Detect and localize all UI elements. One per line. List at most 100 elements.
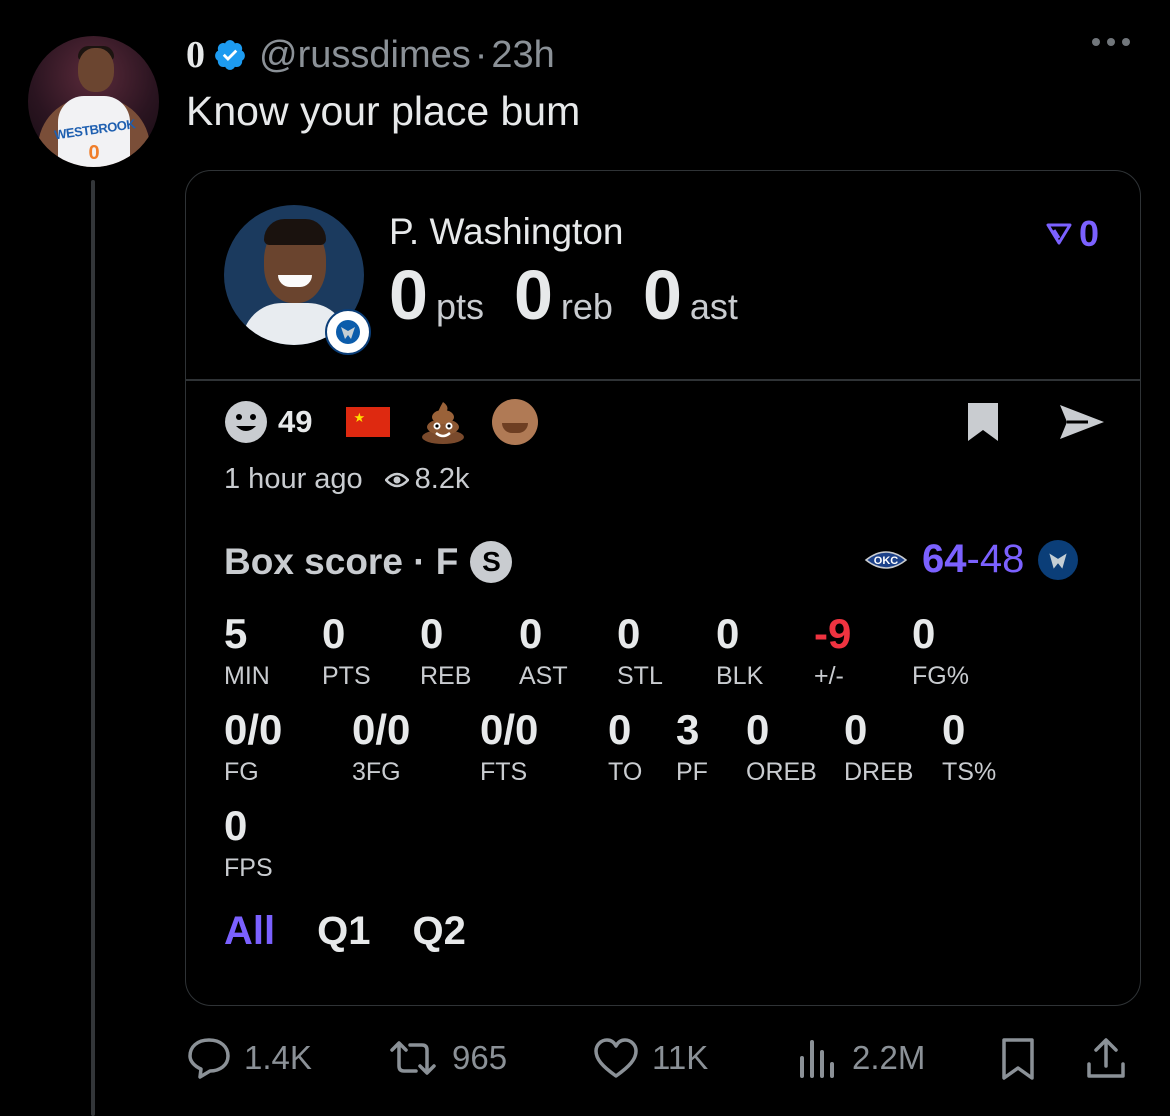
display-name[interactable]: 0	[186, 33, 205, 77]
ast-label: ast	[689, 286, 738, 327]
vote-count: 0	[1079, 213, 1100, 254]
china-flag-icon[interactable]: ★	[346, 407, 391, 437]
stat-label: REB	[420, 662, 472, 690]
vote-button[interactable]: 0	[1045, 213, 1099, 255]
share-icon	[1087, 1038, 1125, 1078]
stat-label: TS%	[942, 758, 997, 786]
user-handle[interactable]: @russdimes	[259, 34, 471, 77]
like-button[interactable]: 11K	[592, 1036, 708, 1080]
verified-icon	[215, 40, 245, 70]
stat-ts-pct: 0 TS%	[942, 709, 996, 787]
repost-count: 965	[452, 1039, 508, 1076]
stat-label: FG%	[912, 662, 969, 690]
views-count: 2.2M	[852, 1039, 926, 1076]
stat-value: 3	[676, 706, 700, 753]
bookmark-icon[interactable]	[966, 401, 1000, 443]
stat-label: STL	[617, 662, 663, 690]
stat-value: 0	[746, 706, 770, 753]
share-button[interactable]	[1084, 1036, 1140, 1082]
stat-ast: 0 AST	[519, 613, 568, 691]
box-score-label: Box score · F	[224, 541, 459, 582]
stat-pf: 3 PF	[676, 709, 708, 787]
status-badge: S	[470, 541, 513, 583]
stat-label: OREB	[746, 758, 817, 786]
avatar-head	[78, 48, 114, 92]
tweet-actions: 1.4K 965 11K 2.2M	[186, 1036, 1136, 1086]
stat-label: DREB	[844, 758, 914, 786]
stat-value: 0	[942, 706, 966, 753]
stat-value: 0	[224, 802, 248, 849]
stat-label: +/-	[814, 662, 844, 690]
like-count: 11K	[652, 1039, 709, 1076]
stat-value: 0	[912, 610, 936, 657]
card-views: 8.2k	[414, 463, 470, 495]
tab-all[interactable]: All	[224, 909, 275, 954]
laughing-man-icon[interactable]	[492, 399, 539, 445]
poop-icon[interactable]	[420, 399, 466, 445]
mavs-badge-icon	[325, 309, 371, 355]
send-icon[interactable]	[1058, 403, 1106, 441]
posted-time: 1 hour ago	[224, 463, 363, 495]
stat-to: 0 TO	[608, 709, 642, 787]
tweet-time[interactable]: 23h	[491, 34, 554, 77]
mavs-logo-icon	[1038, 539, 1079, 580]
post-meta: 1 hour ago 8.2k	[224, 463, 470, 496]
eye-icon	[384, 472, 409, 487]
tweet-header: 0 @russdimes · 23h	[186, 30, 555, 80]
repost-button[interactable]: 965	[386, 1036, 507, 1080]
tab-q2[interactable]: Q2	[412, 909, 465, 954]
tweet-text: Know your place bum	[186, 88, 581, 134]
stat-value: -9	[814, 610, 852, 657]
bookmark-button[interactable]	[998, 1036, 1050, 1082]
reply-icon	[188, 1038, 230, 1079]
tab-q1[interactable]: Q1	[317, 909, 370, 954]
stat-value: 0	[519, 610, 543, 657]
pts-value: 0	[389, 256, 428, 334]
reply-count: 1.4K	[244, 1039, 312, 1076]
embedded-card[interactable]: P. Washington 0 pts 0 reb 0 ast 0 49 ★ 1…	[185, 170, 1141, 1006]
box-score-title: Box score · F S	[224, 541, 513, 583]
stat-value: 0/0	[480, 706, 539, 753]
stat-value: 0	[608, 706, 632, 753]
card-divider	[186, 379, 1140, 381]
okc-logo-icon: OKC	[864, 550, 908, 569]
stat-value: 5	[224, 610, 248, 657]
reb-value: 0	[513, 256, 553, 334]
stat-value: 0/0	[224, 706, 283, 753]
user-avatar[interactable]: WESTBROOK 0	[28, 36, 159, 167]
views-button[interactable]: 2.2M	[794, 1036, 925, 1080]
reply-button[interactable]: 1.4K	[186, 1036, 312, 1080]
score-dash: -	[966, 537, 980, 581]
stat-label: FG	[224, 758, 259, 786]
vote-arrow-icon	[1046, 223, 1072, 245]
smiley-icon[interactable]	[224, 400, 268, 444]
quarter-tabs: All Q1 Q2	[224, 909, 466, 954]
stat-value: 0	[420, 610, 444, 657]
stat-stl: 0 STL	[617, 613, 663, 691]
flag-star: ★	[353, 410, 366, 425]
stat-value: 0	[322, 610, 346, 657]
game-score[interactable]: OKC 64 - 48	[862, 537, 1079, 582]
stat-min: 5 MIN	[224, 613, 270, 691]
stat-label: FPS	[224, 854, 273, 882]
stat-3fg: 0/0 3FG	[352, 709, 410, 787]
avatar-jersey-number: 0	[88, 142, 100, 164]
stat-value: 0	[617, 610, 641, 657]
stat-plus-minus: -9 +/-	[814, 613, 851, 691]
score-away: 48	[979, 537, 1025, 581]
reactions-row: 49 ★	[224, 399, 539, 445]
stat-reb: 0 REB	[420, 613, 471, 691]
stat-value: 0	[716, 610, 740, 657]
stat-label: FTS	[480, 758, 528, 786]
player-statline: 0 pts 0 reb 0 ast	[389, 255, 768, 335]
stat-label: PF	[676, 758, 708, 786]
like-icon	[594, 1038, 638, 1078]
views-icon	[800, 1040, 834, 1078]
reaction-count: 49	[278, 404, 313, 439]
stat-label: PTS	[322, 662, 371, 690]
more-icon[interactable]	[1092, 38, 1130, 46]
stat-pts: 0 PTS	[322, 613, 371, 691]
reb-label: reb	[560, 286, 613, 327]
thread-line	[91, 180, 95, 1116]
score-home: 64	[922, 537, 967, 581]
